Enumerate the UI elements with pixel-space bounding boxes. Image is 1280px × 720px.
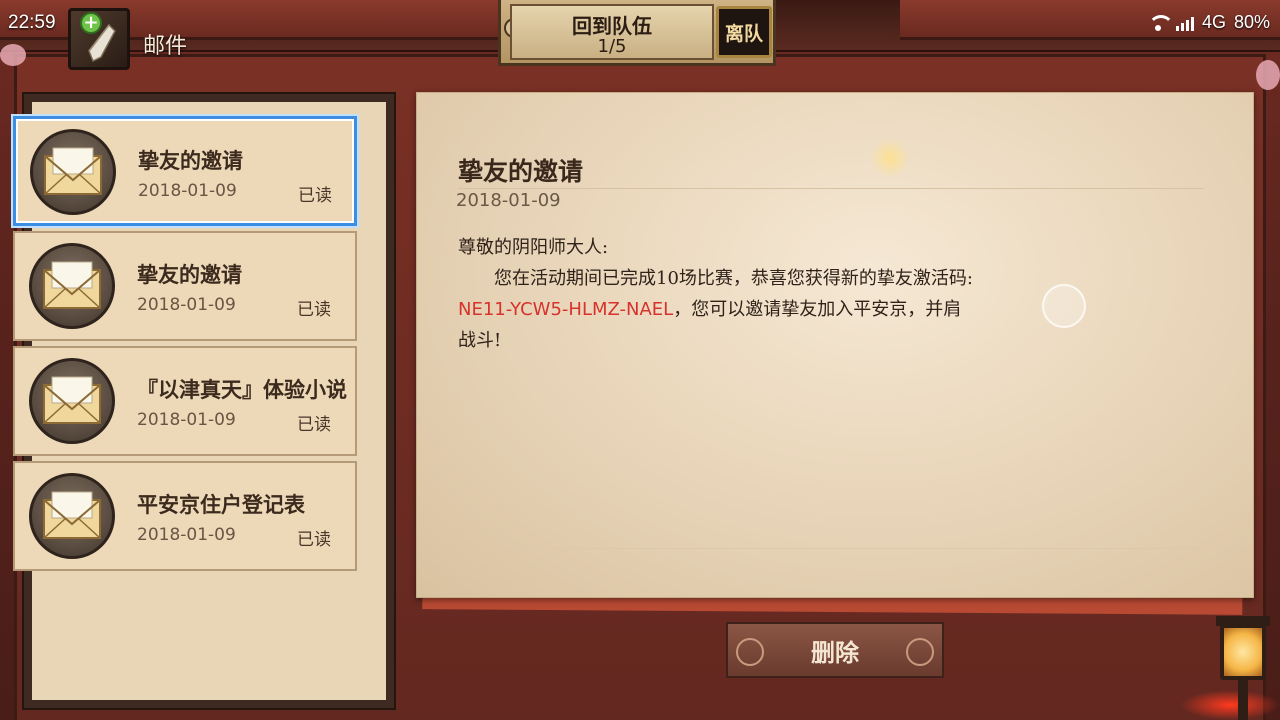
- blossom-decoration: [0, 44, 26, 66]
- wifi-icon: [1147, 14, 1174, 31]
- return-team-label: 回到队伍: [572, 14, 652, 38]
- mail-date: 2018-01-09: [137, 525, 236, 545]
- letter-greeting: 尊敬的阴阳师大人:: [458, 237, 609, 258]
- letter-line-text: ，您可以邀请挚友加入平安京，并肩: [673, 299, 962, 320]
- glow-decoration: [1180, 690, 1280, 720]
- mail-date: 2018-01-09: [137, 410, 236, 430]
- mail-list-item[interactable]: 挚友的邀请 2018-01-09 已读: [13, 116, 357, 226]
- mail-read-status: 已读: [297, 415, 331, 435]
- letter-date: 2018-01-09: [456, 190, 561, 211]
- light-glow-decoration: [870, 138, 910, 178]
- network-type: 4G: [1201, 12, 1226, 32]
- lantern-icon: [1220, 624, 1266, 680]
- letter-divider: [458, 188, 1204, 189]
- team-count: 1/5: [597, 36, 627, 57]
- mail-subject: 平安京住户登记表: [137, 492, 305, 517]
- page-title: 邮件: [143, 34, 188, 59]
- mail-read-status: 已读: [297, 530, 331, 550]
- status-indicators: 4G 80%: [1147, 12, 1270, 33]
- envelope-icon: [30, 129, 116, 215]
- letter-line: 战斗!: [458, 330, 502, 351]
- mail-read-status: 已读: [297, 300, 331, 320]
- mail-read-status: 已读: [298, 186, 332, 206]
- mail-subject: 挚友的邀请: [138, 148, 243, 173]
- lantern-post: [1238, 676, 1248, 720]
- battery-level: 80%: [1233, 12, 1270, 32]
- envelope-icon: [29, 473, 115, 559]
- letter-bottom-divider: [456, 548, 1206, 549]
- blossom-decoration: [1256, 60, 1280, 90]
- mail-list-item[interactable]: 挚友的邀请 2018-01-09 已读: [13, 231, 357, 341]
- signal-icon: [1175, 15, 1194, 31]
- envelope-icon: [29, 358, 115, 444]
- new-mail-plus-icon: +: [80, 12, 102, 34]
- leave-team-button[interactable]: 离队: [716, 6, 772, 58]
- envelope-icon: [29, 243, 115, 329]
- touch-indicator: [1042, 284, 1086, 328]
- delete-button[interactable]: 删除: [726, 622, 944, 678]
- activation-code[interactable]: NE11-YCW5-HLMZ-NAEL: [458, 299, 673, 320]
- status-time: 22:59: [8, 12, 56, 33]
- mail-subject: 挚友的邀请: [137, 262, 242, 287]
- mail-date: 2018-01-09: [137, 295, 236, 315]
- letter-title: 挚友的邀请: [458, 157, 584, 186]
- mail-list-item[interactable]: 『以津真天』体验小说 2018-01-09 已读: [13, 346, 357, 456]
- mail-subject: 『以津真天』体验小说: [137, 377, 347, 402]
- mail-list-item[interactable]: 平安京住户登记表 2018-01-09 已读: [13, 461, 357, 571]
- mail-date: 2018-01-09: [138, 181, 237, 201]
